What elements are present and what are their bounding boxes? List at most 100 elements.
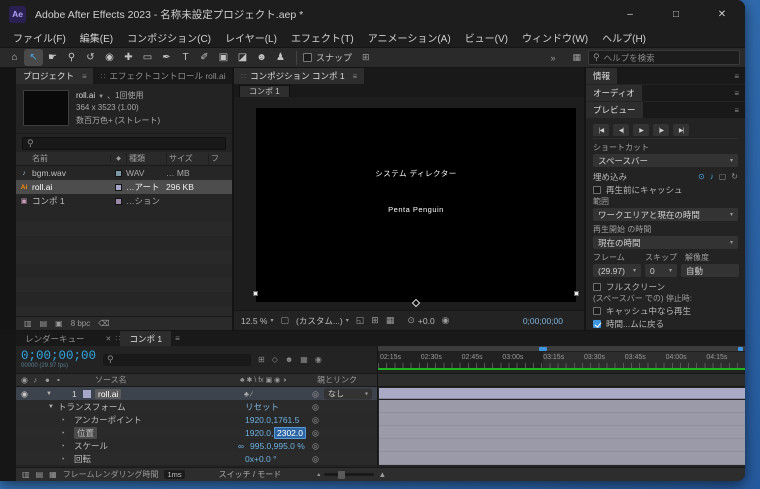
- navigator-end-handle[interactable]: [738, 347, 743, 351]
- range-dropdown[interactable]: ワークエリアと現在の時間 ▾: [593, 208, 738, 221]
- interpret-footage-icon[interactable]: ▥: [24, 319, 32, 328]
- play-button[interactable]: ▶: [633, 124, 649, 136]
- menu-window[interactable]: ウィンドウ(W): [515, 30, 595, 45]
- tab-effect-controls[interactable]: ∷ エフェクトコントロール roll.ai: [93, 68, 232, 84]
- return-time-row[interactable]: 時間...ムに戻る: [593, 317, 738, 330]
- next-frame-button[interactable]: |▶: [653, 124, 669, 136]
- zoom-in-icon[interactable]: ▲: [378, 470, 386, 479]
- layer-duration-bar[interactable]: [379, 388, 745, 399]
- snap-checkbox[interactable]: [303, 53, 312, 62]
- play-cached-checkbox[interactable]: [593, 306, 601, 315]
- toggle-transfer-pane-icon[interactable]: ▤: [36, 470, 44, 479]
- anchor-point-row[interactable]: ◔ アンカーポイント 1920.0,1761.5 ◎: [16, 413, 378, 426]
- new-composition-icon[interactable]: ▣: [55, 319, 63, 328]
- roto-brush-tool-icon[interactable]: ☻: [252, 49, 271, 66]
- menu-effect[interactable]: エフェクト(T): [284, 30, 361, 45]
- layer-handle-left[interactable]: [253, 291, 258, 297]
- fullscreen-row[interactable]: フルスクリーン: [593, 280, 738, 293]
- composition-viewer[interactable]: システム ディレクター Penta Penguin: [234, 97, 584, 310]
- label-color-chip[interactable]: [110, 183, 126, 191]
- position-y-value-editing[interactable]: 2302.0: [274, 426, 306, 439]
- clone-stamp-tool-icon[interactable]: ▣: [214, 49, 233, 66]
- pickwhip-icon[interactable]: ◎: [312, 402, 319, 411]
- eraser-tool-icon[interactable]: ◪: [233, 49, 252, 66]
- column-size[interactable]: サイズ: [166, 153, 208, 165]
- rotation-row[interactable]: ◔ 回転 0x+0.0 ° ◎: [16, 452, 378, 465]
- cache-before-row[interactable]: 再生前にキャッシュ: [593, 183, 738, 196]
- timeline-search-input[interactable]: ⚲: [103, 353, 252, 366]
- close-button[interactable]: ✕: [699, 0, 745, 28]
- shortcut-dropdown[interactable]: スペースバー ▾: [593, 154, 738, 167]
- column-label-icon[interactable]: ◆: [110, 155, 126, 163]
- preview-resolution-dropdown[interactable]: 自動: [681, 264, 739, 277]
- constrain-link-icon[interactable]: ∞: [238, 441, 244, 451]
- column-extra[interactable]: フ: [208, 153, 232, 165]
- anchor-point-marker[interactable]: [411, 298, 421, 308]
- pen-tool-icon[interactable]: ✒: [157, 49, 176, 66]
- overflow-chevron-icon[interactable]: »: [550, 53, 555, 63]
- project-item-bgm[interactable]: ♪ bgm.wav WAV … MB: [16, 166, 232, 181]
- source-name-column[interactable]: ソース名: [95, 375, 127, 386]
- layer-switches[interactable]: ♣ ∕: [244, 389, 252, 398]
- pickwhip-icon[interactable]: ◎: [312, 415, 319, 424]
- camera-tool-icon[interactable]: ◉: [100, 49, 119, 66]
- tab-project[interactable]: プロジェクト ≡: [16, 68, 94, 84]
- puppet-tool-icon[interactable]: ♟: [271, 49, 290, 66]
- cache-before-checkbox[interactable]: [593, 185, 601, 194]
- project-item-roll[interactable]: Ai roll.ai …アート 296 KB: [16, 180, 232, 195]
- include-overlays-icon[interactable]: ▢: [719, 172, 727, 181]
- audio-column-icon[interactable]: ♪: [33, 376, 37, 385]
- anchor-point-value[interactable]: 1920.0,1761.5: [245, 415, 299, 425]
- work-area-marker[interactable]: [539, 347, 547, 351]
- region-of-interest-icon[interactable]: ◱: [356, 315, 365, 326]
- scale-label[interactable]: スケール: [74, 440, 108, 452]
- label-color-chip[interactable]: [110, 197, 126, 205]
- parent-link-column[interactable]: 親とリンク: [317, 375, 357, 386]
- loop-icon[interactable]: ↻: [731, 172, 738, 181]
- frame-rate-dropdown[interactable]: (29.97) ▾: [593, 264, 641, 277]
- stopwatch-icon[interactable]: ◔: [60, 454, 65, 463]
- lock-column-icon[interactable]: ▪: [57, 376, 60, 385]
- transform-group-label[interactable]: トランスフォーム: [58, 401, 126, 413]
- pan-behind-tool-icon[interactable]: ✚: [119, 49, 138, 66]
- first-frame-button[interactable]: |◀: [593, 124, 609, 136]
- motion-blur-icon[interactable]: ◉: [315, 355, 322, 364]
- snapshot-icon[interactable]: ◉: [442, 315, 450, 326]
- return-time-checkbox[interactable]: [593, 319, 601, 328]
- usage-dropdown-icon[interactable]: ▼: [98, 94, 104, 100]
- layer-twirl-icon[interactable]: ▼: [46, 391, 52, 397]
- toggle-switches-pane-icon[interactable]: ▥: [22, 470, 30, 479]
- scale-value[interactable]: 995.0,995.0 %: [250, 441, 305, 451]
- tab-audio[interactable]: オーディオ: [586, 85, 642, 101]
- exposure-control[interactable]: ⊙ +0.0: [407, 315, 434, 326]
- tab-render-queue[interactable]: レンダーキュー: [16, 331, 94, 346]
- previous-frame-button[interactable]: ◀|: [613, 124, 629, 136]
- grid-options-icon[interactable]: ⊞: [371, 315, 379, 326]
- skip-dropdown[interactable]: 0 ▾: [645, 264, 677, 277]
- maximize-button[interactable]: □: [653, 0, 699, 28]
- time-ruler[interactable]: 02:15s 02:30s 02:45s 03:00s 03:15s 03:30…: [378, 346, 745, 373]
- workspace-icon[interactable]: ▦: [572, 52, 581, 63]
- include-audio-icon[interactable]: ♪: [710, 172, 714, 181]
- timeline-zoom-control[interactable]: ▴ ▲: [317, 470, 386, 479]
- menu-composition[interactable]: コンポジション(C): [120, 30, 218, 45]
- tab-preview[interactable]: プレビュー: [586, 102, 643, 118]
- tab-info[interactable]: 情報: [586, 68, 618, 84]
- visibility-toggle-icon[interactable]: ◉: [21, 389, 28, 398]
- stopwatch-icon[interactable]: ◔: [60, 441, 65, 450]
- minimize-button[interactable]: –: [607, 0, 653, 28]
- position-row[interactable]: ◔ 位置 1920.0, 2302.0 ◎: [16, 426, 378, 439]
- panel-menu-icon[interactable]: ≡: [734, 106, 739, 115]
- panel-menu-icon[interactable]: ≡: [734, 72, 739, 81]
- snap-options-icon[interactable]: ⊞: [362, 52, 370, 63]
- magnification-dropdown[interactable]: 12.5 % ▾: [241, 316, 273, 326]
- current-timecode[interactable]: 0;00;00;00: [21, 349, 96, 363]
- label-color-chip[interactable]: [110, 169, 126, 177]
- hand-tool-icon[interactable]: ☛: [43, 49, 62, 66]
- project-item-comp[interactable]: ▣ コンポ 1 …ション: [16, 194, 232, 209]
- shy-layers-icon[interactable]: ☻: [285, 355, 293, 364]
- position-x-value[interactable]: 1920.0,: [245, 428, 273, 438]
- last-frame-button[interactable]: ▶|: [673, 124, 689, 136]
- menu-layer[interactable]: レイヤー(L): [218, 30, 284, 45]
- column-name[interactable]: 名前: [16, 153, 110, 164]
